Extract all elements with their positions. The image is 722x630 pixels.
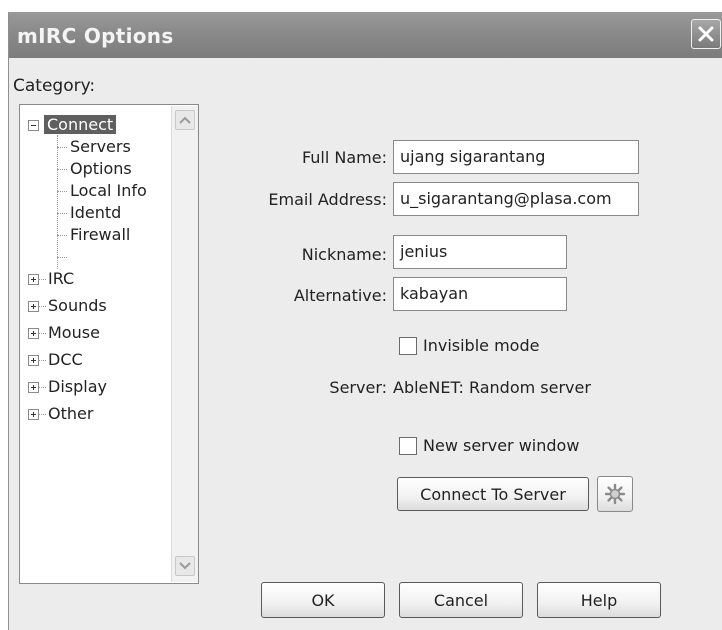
tree-guide-line <box>57 257 67 258</box>
expand-icon[interactable] <box>28 409 39 420</box>
expand-icon[interactable] <box>28 301 39 312</box>
tree-guide-line <box>38 387 46 388</box>
scroll-up-button[interactable] <box>175 110 195 130</box>
tree-guide-line <box>57 191 67 192</box>
alternative-field[interactable]: kabayan <box>393 277 567 311</box>
chevron-up-icon <box>179 116 191 124</box>
tree-item-local-info[interactable]: Local Info <box>70 181 147 201</box>
new-server-window-checkbox[interactable] <box>399 436 417 455</box>
full-name-label: Full Name: <box>301 148 387 167</box>
tree-item-identd[interactable]: Identd <box>70 203 121 223</box>
tree-guide-line <box>57 213 67 214</box>
invisible-mode-checkbox[interactable] <box>399 336 417 355</box>
tree-item-firewall[interactable]: Firewall <box>70 225 130 245</box>
expand-icon[interactable] <box>28 382 39 393</box>
expand-icon[interactable] <box>28 355 39 366</box>
expand-icon[interactable] <box>28 328 39 339</box>
server-label: Server: <box>329 378 387 397</box>
tree-item-servers[interactable]: Servers <box>70 137 131 157</box>
tree-guide-line <box>57 147 67 148</box>
nickname-label: Nickname: <box>301 245 387 264</box>
server-value: AbleNET: Random server <box>393 378 591 397</box>
ok-button[interactable]: OK <box>261 582 385 618</box>
tree-guide-line <box>57 235 67 236</box>
gear-icon <box>604 483 626 505</box>
close-icon <box>698 26 714 42</box>
cancel-button[interactable]: Cancel <box>399 582 523 618</box>
scroll-down-button[interactable] <box>175 556 195 576</box>
options-dialog: mIRC Options Category: Connect Servers O… <box>8 12 722 630</box>
chevron-down-icon <box>179 562 191 570</box>
alternative-label: Alternative: <box>293 286 387 305</box>
email-field[interactable]: u_sigarantang@plasa.com <box>393 182 639 216</box>
tree-guide-line <box>38 360 46 361</box>
expand-icon[interactable] <box>28 274 39 285</box>
tree-guide-line <box>38 333 46 334</box>
tree-guide-line <box>57 169 67 170</box>
tree-item-sounds[interactable]: Sounds <box>48 296 107 316</box>
help-button[interactable]: Help <box>537 582 661 618</box>
tree-guide-line <box>57 135 58 269</box>
category-label: Category: <box>13 76 96 96</box>
new-server-window-option[interactable]: New server window <box>399 436 579 455</box>
tree-guide-line <box>38 279 46 280</box>
tree-guide-line <box>38 414 46 415</box>
tree-item-dcc[interactable]: DCC <box>48 350 83 370</box>
tree-item-irc[interactable]: IRC <box>48 269 74 289</box>
collapse-icon[interactable] <box>28 120 39 131</box>
tree-guide-line <box>38 306 46 307</box>
window-title: mIRC Options <box>17 24 174 48</box>
tree-scrollbar[interactable] <box>171 106 198 582</box>
tree-item-display[interactable]: Display <box>48 377 107 397</box>
email-label: Email Address: <box>268 190 387 209</box>
tree-item-options[interactable]: Options <box>70 159 132 179</box>
invisible-mode-label: Invisible mode <box>423 336 540 355</box>
title-bar[interactable]: mIRC Options <box>9 12 722 58</box>
tree-item-other[interactable]: Other <box>48 404 93 424</box>
close-button[interactable] <box>691 19 721 49</box>
nickname-field[interactable]: jenius <box>393 235 567 269</box>
tree-item-connect[interactable]: Connect <box>44 115 117 135</box>
new-server-window-label: New server window <box>423 436 580 455</box>
connect-new-window-button[interactable] <box>597 476 633 512</box>
full-name-field[interactable]: ujang sigarantang <box>393 140 639 174</box>
category-tree[interactable]: Connect Servers Options Local Info Ident… <box>19 104 199 584</box>
invisible-mode-option[interactable]: Invisible mode <box>399 336 539 355</box>
tree-item-label: Connect <box>44 115 117 134</box>
connect-to-server-button[interactable]: Connect To Server <box>397 477 589 511</box>
tree-item-mouse[interactable]: Mouse <box>48 323 100 343</box>
